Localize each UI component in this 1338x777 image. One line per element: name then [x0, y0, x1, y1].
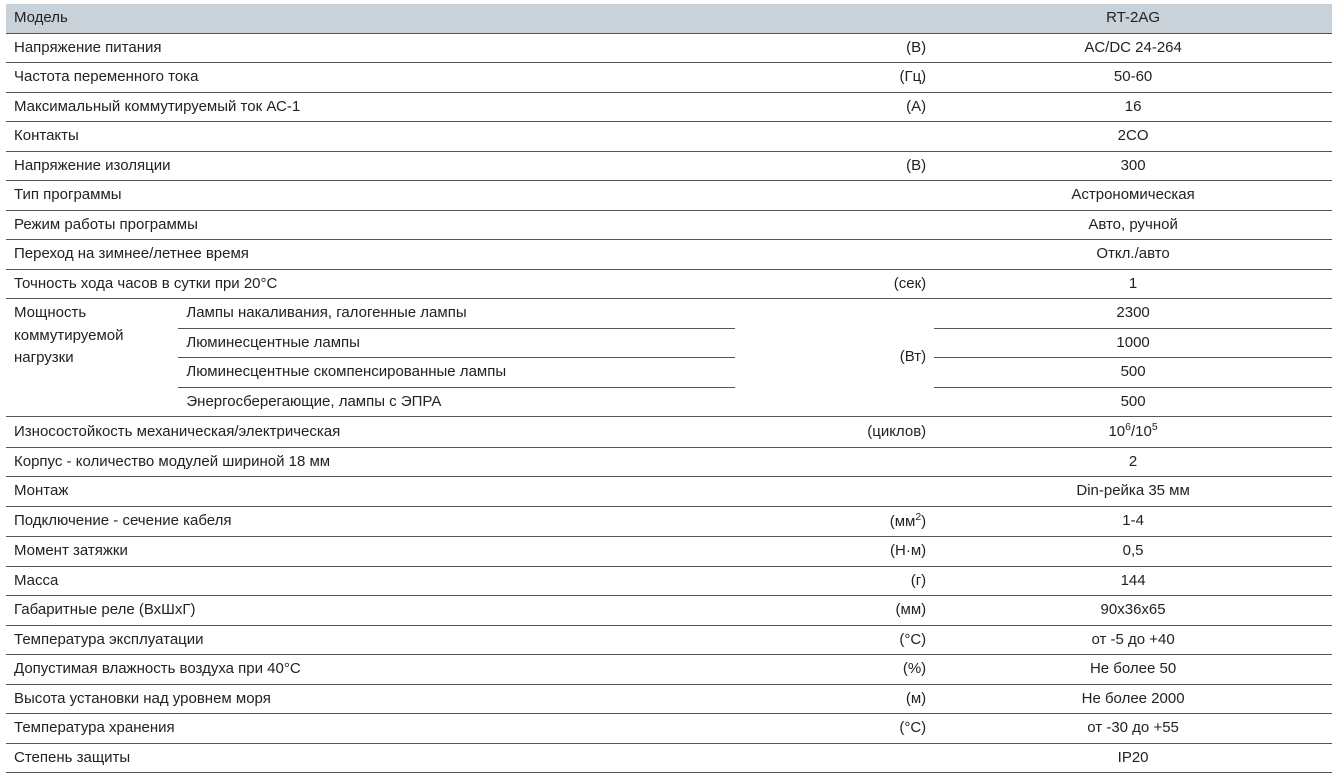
row-value: 144 [934, 566, 1332, 596]
row-unit [735, 240, 934, 270]
header-row: Модель RT-2AG [6, 4, 1332, 33]
header-model-value: RT-2AG [934, 4, 1332, 33]
table-row: Мощность коммутируемой нагрузки Лампы на… [6, 299, 1332, 329]
row-unit [735, 447, 934, 477]
row-value: 1-4 [934, 506, 1332, 537]
table-row: Напряжение питания(В)AC/DC 24-264 [6, 33, 1332, 63]
row-label: Переход на зимнее/летнее время [6, 240, 735, 270]
row-label: Момент затяжки [6, 537, 735, 567]
power-sub-label: Энергосберегающие, лампы с ЭПРА [178, 387, 735, 417]
row-label: Тип программы [6, 181, 735, 211]
table-row: Тип программы Астрономическая [6, 181, 1332, 211]
row-value: от -5 до +40 [934, 625, 1332, 655]
table-row: Масса(г)144 [6, 566, 1332, 596]
table-row: Высота установки над уровнем моря(м)Не б… [6, 684, 1332, 714]
row-label: Режим работы программы [6, 210, 735, 240]
table-row: Корпус - количество модулей шириной 18 м… [6, 447, 1332, 477]
table-row: Энергосберегающие, лампы с ЭПРА 500 [6, 387, 1332, 417]
table-row: Износостойкость механическая/электрическ… [6, 417, 1332, 448]
row-unit [735, 122, 934, 152]
row-value: 16 [934, 92, 1332, 122]
row-value: Din-рейка 35 мм [934, 477, 1332, 507]
row-unit [735, 743, 934, 773]
row-unit: (В) [735, 151, 934, 181]
row-unit: (м) [735, 684, 934, 714]
row-value: 90x36x65 [934, 596, 1332, 626]
table-row: Точность хода часов в сутки при 20°С(сек… [6, 269, 1332, 299]
table-row: Габаритные реле (ВхШхГ)(мм)90x36x65 [6, 596, 1332, 626]
row-value: 300 [934, 151, 1332, 181]
row-label: Подключение - сечение кабеля [6, 506, 735, 537]
power-value: 1000 [934, 328, 1332, 358]
row-unit: (°С) [735, 714, 934, 744]
row-label: Частота переменного тока [6, 63, 735, 93]
row-value: 106/105 [934, 417, 1332, 448]
row-label: Степень защиты [6, 743, 735, 773]
row-value: 50-60 [934, 63, 1332, 93]
row-label: Точность хода часов в сутки при 20°С [6, 269, 735, 299]
row-unit: (А) [735, 92, 934, 122]
row-value: Астрономическая [934, 181, 1332, 211]
row-unit [735, 477, 934, 507]
row-value: Авто, ручной [934, 210, 1332, 240]
row-value: Откл./авто [934, 240, 1332, 270]
table-row: Монтаж Din-рейка 35 мм [6, 477, 1332, 507]
table-row: Подключение - сечение кабеля (мм2) 1-4 [6, 506, 1332, 537]
header-model-label: Модель [6, 4, 934, 33]
row-unit: (°С) [735, 625, 934, 655]
row-label: Напряжение питания [6, 33, 735, 63]
power-sub-label: Лампы накаливания, галогенные лампы [178, 299, 735, 329]
row-value: 2CO [934, 122, 1332, 152]
table-row: Переход на зимнее/летнее время Откл./авто [6, 240, 1332, 270]
table-row: Контакты 2CO [6, 122, 1332, 152]
power-sub-label: Люминесцентные скомпенсированные лампы [178, 358, 735, 388]
row-unit: (г) [735, 566, 934, 596]
spec-table: Модель RT-2AG Напряжение питания(В)AC/DC… [6, 4, 1332, 773]
row-label: Износостойкость механическая/электрическ… [6, 417, 735, 448]
row-unit [735, 181, 934, 211]
power-group-label: Мощность коммутируемой нагрузки [6, 299, 178, 417]
power-unit: (Вт) [735, 299, 934, 417]
row-unit: (мм) [735, 596, 934, 626]
row-value: AC/DC 24-264 [934, 33, 1332, 63]
power-value: 500 [934, 387, 1332, 417]
row-label: Температура хранения [6, 714, 735, 744]
table-row: Люминесцентные скомпенсированные лампы 5… [6, 358, 1332, 388]
table-row: Частота переменного тока(Гц)50-60 [6, 63, 1332, 93]
table-row: Степень защиты IP20 [6, 743, 1332, 773]
row-value: 0,5 [934, 537, 1332, 567]
row-value: IP20 [934, 743, 1332, 773]
row-label: Температура эксплуатации [6, 625, 735, 655]
row-unit: (сек) [735, 269, 934, 299]
power-value: 2300 [934, 299, 1332, 329]
power-sub-label: Люминесцентные лампы [178, 328, 735, 358]
row-label: Габаритные реле (ВхШхГ) [6, 596, 735, 626]
row-unit [735, 210, 934, 240]
row-label: Высота установки над уровнем моря [6, 684, 735, 714]
row-label: Масса [6, 566, 735, 596]
row-label: Корпус - количество модулей шириной 18 м… [6, 447, 735, 477]
table-row: Максимальный коммутируемый ток АС-1(А)16 [6, 92, 1332, 122]
row-label: Напряжение изоляции [6, 151, 735, 181]
table-row: Режим работы программы Авто, ручной [6, 210, 1332, 240]
row-unit: (В) [735, 33, 934, 63]
power-value: 500 [934, 358, 1332, 388]
table-row: Температура эксплуатации(°С)от -5 до +40 [6, 625, 1332, 655]
row-value: Не более 2000 [934, 684, 1332, 714]
table-row: Люминесцентные лампы 1000 [6, 328, 1332, 358]
row-value: 2 [934, 447, 1332, 477]
row-unit: (циклов) [735, 417, 934, 448]
table-row: Температура хранения(°С)от -30 до +55 [6, 714, 1332, 744]
row-value: от -30 до +55 [934, 714, 1332, 744]
row-label: Монтаж [6, 477, 735, 507]
table-row: Момент затяжки(Н·м)0,5 [6, 537, 1332, 567]
row-value: 1 [934, 269, 1332, 299]
row-unit: (Гц) [735, 63, 934, 93]
row-label: Максимальный коммутируемый ток АС-1 [6, 92, 735, 122]
row-label: Контакты [6, 122, 735, 152]
table-row: Напряжение изоляции(В)300 [6, 151, 1332, 181]
row-unit: (мм2) [735, 506, 934, 537]
row-unit: (Н·м) [735, 537, 934, 567]
